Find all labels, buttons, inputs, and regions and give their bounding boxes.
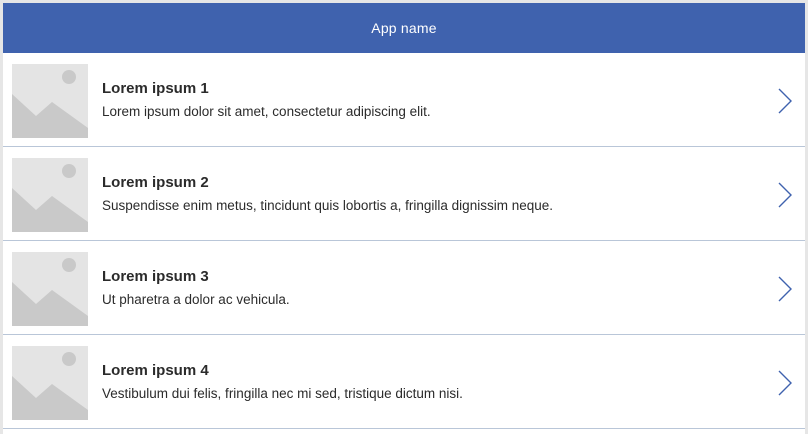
list-item[interactable]: Lorem ipsum 4 Vestibulum dui felis, frin…	[3, 335, 805, 429]
chevron-right-icon[interactable]	[777, 275, 793, 303]
chevron-right-icon[interactable]	[777, 87, 793, 115]
image-placeholder-icon	[12, 64, 88, 138]
list-item-title: Lorem ipsum 2	[102, 174, 209, 191]
list-item-text: Lorem ipsum 3 Ut pharetra a dolor ac veh…	[102, 268, 745, 308]
list-item[interactable]: Lorem ipsum 3 Ut pharetra a dolor ac veh…	[3, 241, 805, 335]
chevron-right-icon[interactable]	[777, 181, 793, 209]
image-placeholder-icon	[12, 252, 88, 326]
list-item-subtitle: Ut pharetra a dolor ac vehicula.	[102, 292, 290, 307]
app-screen: App name Lorem ipsum 1 Lorem ipsum dolor…	[3, 3, 805, 434]
image-placeholder-icon	[12, 158, 88, 232]
list-item-subtitle: Vestibulum dui felis, fringilla nec mi s…	[102, 386, 463, 401]
list-item-text: Lorem ipsum 4 Vestibulum dui felis, frin…	[102, 362, 745, 402]
image-placeholder-icon	[12, 346, 88, 420]
list-item-text: Lorem ipsum 2 Suspendisse enim metus, ti…	[102, 174, 745, 214]
chevron-right-icon[interactable]	[777, 369, 793, 397]
list-item-subtitle: Suspendisse enim metus, tincidunt quis l…	[102, 198, 553, 213]
app-title: App name	[371, 20, 437, 36]
app-header: App name	[3, 3, 805, 53]
list-item-title: Lorem ipsum 1	[102, 80, 209, 97]
list-item[interactable]: Lorem ipsum 1 Lorem ipsum dolor sit amet…	[3, 53, 805, 147]
list-item[interactable]: Lorem ipsum 2 Suspendisse enim metus, ti…	[3, 147, 805, 241]
gallery-list: Lorem ipsum 1 Lorem ipsum dolor sit amet…	[3, 53, 805, 429]
list-item-subtitle: Lorem ipsum dolor sit amet, consectetur …	[102, 104, 431, 119]
list-item-text: Lorem ipsum 1 Lorem ipsum dolor sit amet…	[102, 80, 745, 120]
list-item-title: Lorem ipsum 4	[102, 362, 209, 379]
list-item-title: Lorem ipsum 3	[102, 268, 209, 285]
